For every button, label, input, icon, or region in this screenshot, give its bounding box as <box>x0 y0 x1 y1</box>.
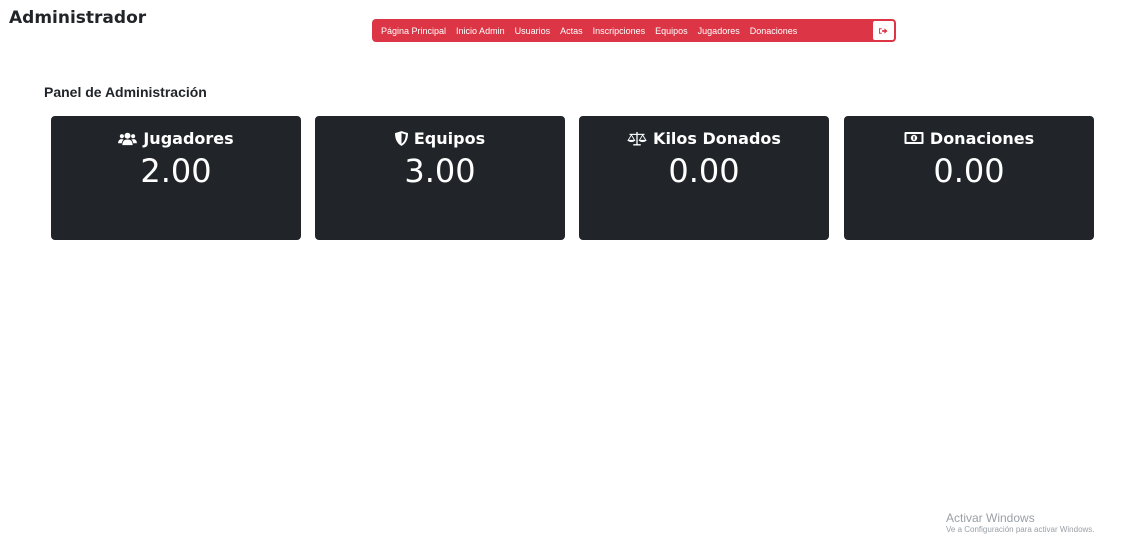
money-bill-icon <box>904 132 924 144</box>
app-title: Administrador <box>9 8 147 28</box>
card-value-jugadores: 2.00 <box>140 152 212 190</box>
nav-item-equipos[interactable]: Equipos <box>655 26 688 36</box>
main-nav: Página Principal Inicio Admin Usuarios A… <box>372 19 896 42</box>
nav-item-actas[interactable]: Actas <box>560 26 583 36</box>
nav-item-pagina-principal[interactable]: Página Principal <box>381 26 446 36</box>
card-label: Jugadores <box>143 128 234 148</box>
nav-item-jugadores[interactable]: Jugadores <box>698 26 740 36</box>
nav-item-donaciones[interactable]: Donaciones <box>750 26 798 36</box>
card-value-kilos-donados: 0.00 <box>668 152 740 190</box>
card-value-equipos: 3.00 <box>404 152 476 190</box>
users-icon <box>118 132 138 145</box>
watermark-subtitle: Ve a Configuración para activar Windows. <box>946 525 1095 534</box>
watermark-title: Activar Windows <box>946 511 1035 525</box>
scale-icon <box>627 131 647 146</box>
card-label: Equipos <box>413 128 486 148</box>
nav-item-inicio-admin[interactable]: Inicio Admin <box>456 26 505 36</box>
nav-item-usuarios[interactable]: Usuarios <box>515 26 551 36</box>
card-label: Kilos Donados <box>653 128 781 148</box>
shield-icon <box>394 130 408 146</box>
card-jugadores: Jugadores 2.00 <box>51 116 301 240</box>
logout-button[interactable] <box>872 20 895 41</box>
windows-activation-watermark: Activar Windows Ve a Configuración para … <box>946 511 1095 535</box>
nav-item-inscripciones[interactable]: Inscripciones <box>593 26 646 36</box>
card-equipos: Equipos 3.00 <box>315 116 565 240</box>
card-value-donaciones: 0.00 <box>933 152 1005 190</box>
panel-title: Panel de Administración <box>44 84 207 100</box>
card-label: Donaciones <box>929 128 1035 148</box>
card-kilos-donados: Kilos Donados 0.00 <box>579 116 829 240</box>
card-donaciones: Donaciones 0.00 <box>844 116 1094 240</box>
sign-out-icon <box>879 27 888 34</box>
